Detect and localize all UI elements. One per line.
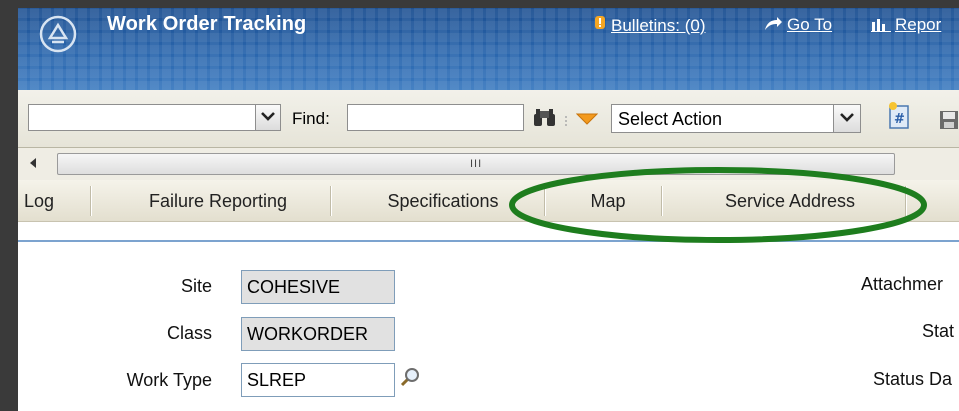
class-label: Class <box>166 323 212 343</box>
class-field[interactable]: WORKORDER <box>241 317 395 351</box>
save-record-icon[interactable] <box>939 110 959 135</box>
tab-log[interactable]: Log <box>20 180 58 222</box>
site-label: Site <box>180 276 212 296</box>
reports-label: Repor <box>895 15 942 34</box>
app-window: Work Order Tracking Bulletins: (0) Go To… <box>18 8 959 411</box>
reports-chart-icon <box>871 17 891 37</box>
horizontal-scrollbar[interactable]: III <box>57 153 895 175</box>
chevron-down-icon <box>261 112 275 121</box>
select-action-value: Select Action <box>618 109 723 129</box>
tab-separator <box>90 186 91 216</box>
tab-scroll-row: III <box>18 148 959 180</box>
app-header: Work Order Tracking Bulletins: (0) Go To… <box>18 8 959 90</box>
query-dropdown-button[interactable] <box>255 105 280 130</box>
scrollbar-grip: III <box>470 158 483 170</box>
select-action-dropdown-button[interactable] <box>833 105 860 132</box>
svg-text:#: # <box>894 112 905 127</box>
find-input[interactable] <box>347 104 524 131</box>
tab-service-address[interactable]: Service Address <box>690 180 890 222</box>
chevron-down-icon <box>840 113 854 122</box>
tab-separator <box>905 186 906 216</box>
tab-failure-reporting[interactable]: Failure Reporting <box>118 180 318 222</box>
attachments-label: Attachmer <box>861 274 944 294</box>
tab-bar: Log Failure Reporting Specifications Map… <box>18 180 959 222</box>
tab-separator <box>330 186 331 216</box>
new-record-icon[interactable]: # <box>886 100 912 135</box>
reports-link[interactable]: Repor <box>871 15 941 37</box>
site-field[interactable]: COHESIVE <box>241 270 395 304</box>
find-label: Find: <box>292 109 330 128</box>
bulletin-alert-icon <box>593 15 607 38</box>
status-date-label: Status Da <box>873 369 953 389</box>
goto-arrow-icon <box>763 16 783 37</box>
bulletins-label: Bulletins: (0) <box>611 16 706 35</box>
tab-separator <box>661 186 662 216</box>
magnifier-lookup-icon[interactable] <box>399 366 421 393</box>
bulletins-link[interactable]: Bulletins: (0) <box>593 15 705 38</box>
separator-dots <box>564 114 568 132</box>
app-logo-icon <box>38 14 78 54</box>
scroll-left-arrow-icon[interactable] <box>28 156 38 174</box>
goto-link[interactable]: Go To <box>763 15 832 37</box>
tab-map[interactable]: Map <box>573 180 643 222</box>
tab-separator <box>544 186 545 216</box>
toolbar: Find: Select Action # <box>18 90 959 148</box>
query-select[interactable] <box>28 104 281 131</box>
tab-specifications[interactable]: Specifications <box>368 180 518 222</box>
select-action-dropdown[interactable]: Select Action <box>611 104 861 133</box>
action-menu-triangle-icon[interactable] <box>575 112 599 130</box>
goto-label: Go To <box>787 15 833 34</box>
app-title: Work Order Tracking <box>107 13 307 35</box>
status-label: Stat <box>922 321 955 341</box>
work-type-field[interactable]: SLREP <box>241 363 395 397</box>
binoculars-icon[interactable] <box>532 108 558 133</box>
work-type-label: Work Type <box>126 370 212 390</box>
section-divider <box>18 240 959 242</box>
